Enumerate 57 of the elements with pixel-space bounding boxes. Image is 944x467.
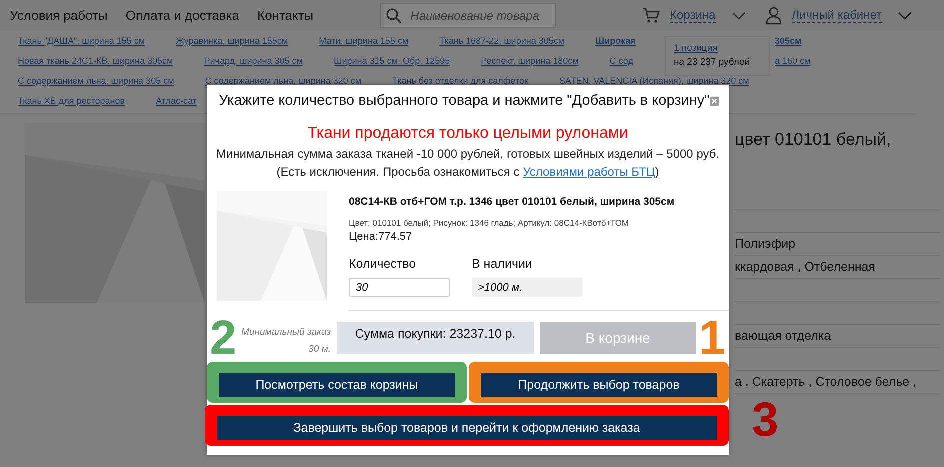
annotation-number: 2 — [210, 315, 237, 363]
quantity-input[interactable]: 30 — [349, 278, 450, 297]
category-link[interactable]: С сод — [610, 56, 634, 66]
category-link[interactable]: Ричард, ширина 305 см — [204, 56, 303, 66]
spec-text: вающая отделка — [735, 329, 832, 343]
product-title: цвет 010101 белый, — [735, 114, 940, 210]
user-icon[interactable] — [766, 6, 782, 24]
nav-link[interactable]: Контакты — [258, 8, 314, 23]
category-link[interactable]: Журавинка, ширина 155см — [176, 36, 288, 46]
spec-text: ккардовая , Отбеленная — [735, 260, 876, 274]
search-field[interactable]: Наименование товара — [380, 3, 556, 28]
category-link[interactable]: SATEN, VALENCIA (Испания), ширина 320 см — [559, 76, 750, 86]
category-link[interactable]: С содержанием льна, ширина 305 см — [18, 76, 174, 86]
chevron-icon[interactable] — [898, 12, 912, 20]
category-link[interactable]: Атлас-сат — [156, 96, 197, 106]
action-button[interactable]: Посмотреть состав корзины — [219, 373, 455, 397]
product-meta: Цвет: 010101 белый; Рисунок: 1346 гладь; Артикул: 08С14-КВотб+ГОМ — [349, 218, 630, 228]
cart-total: на 23 237 рублей — [674, 57, 752, 68]
annotation-number: 3 — [752, 397, 779, 445]
action-button[interactable]: Продолжить выбор товаров — [481, 373, 717, 397]
category-link[interactable]: Широкая — [596, 36, 636, 46]
account-link[interactable]: Личный кабинет — [792, 8, 882, 23]
chevron-icon[interactable] — [732, 12, 746, 20]
close-icon[interactable] — [710, 96, 719, 106]
search-icon — [386, 8, 402, 24]
item-count-link[interactable]: 1 позиция — [674, 43, 761, 54]
category-link[interactable]: Ткань 1687-22, ширина 305см — [440, 36, 565, 46]
category-link[interactable]: Новая ткань 24С1-КВ, ширина 305см — [18, 56, 174, 66]
dialog-title: Укажите количество выбранного товара и нажмите "Добавить в корзину" — [219, 93, 710, 109]
total-field: Сумма покупки: 23237.10 р. — [337, 322, 534, 354]
nav-link[interactable]: Оплата и доставка — [126, 8, 240, 23]
stock-field: >1000 м. — [472, 278, 583, 297]
product-name: 08С14-КВ отб+ГОМ т.р. 1346 цвет 010101 белый, ширина 305см — [349, 196, 676, 208]
action-button[interactable]: Завершить выбор товаров и перейти к оформлению заказа — [217, 416, 717, 440]
annotation-number: 1 — [699, 315, 726, 363]
category-link[interactable]: а 160 см — [775, 56, 811, 66]
min-order-text: Минимальный заказ 30 м. — [241, 326, 331, 357]
category-link[interactable]: Мати, ширина 155 см — [319, 36, 409, 46]
spec-text: а , Скатерть , Столовое белье , — [735, 375, 917, 389]
category-link[interactable]: Ширина 315 см. Обр. 12595 — [334, 56, 450, 66]
category-link[interactable]: Ткань ХБ для ресторанов — [18, 96, 125, 106]
stock-label: В наличии — [472, 257, 534, 271]
info-text: Минимальная сумма заказа тканей -10 000 рублей, готовых швейных изделий – 5000 руб. — [215, 147, 721, 161]
product-price: Цена:774.57 — [349, 231, 414, 243]
notice-text: Ткани продаются только целыми рулонами — [306, 125, 630, 143]
category-link[interactable]: Ткань без отделки для салфеток — [392, 76, 528, 86]
quantity-label: Количество — [349, 257, 418, 271]
category-link[interactable]: Ткань "ДАША", ширина 155 см — [18, 36, 146, 46]
category-link[interactable]: Респект, ширина 180см — [481, 56, 579, 66]
category-link[interactable]: С содержанием льна, ширина 320 см — [205, 76, 362, 86]
nav-link[interactable]: Условия работы — [10, 8, 108, 23]
info-text: (Есть исключения. Просьба ознакомиться с Условиями работы БТЦ) — [276, 165, 660, 179]
cart-link[interactable]: Корзина — [670, 8, 716, 23]
spec-text: Полиэфир — [735, 237, 796, 251]
cart-icon[interactable] — [642, 8, 660, 24]
category-link[interactable]: 305см — [775, 36, 802, 46]
terms-link[interactable]: Условиями работы БТЦ — [523, 165, 656, 179]
